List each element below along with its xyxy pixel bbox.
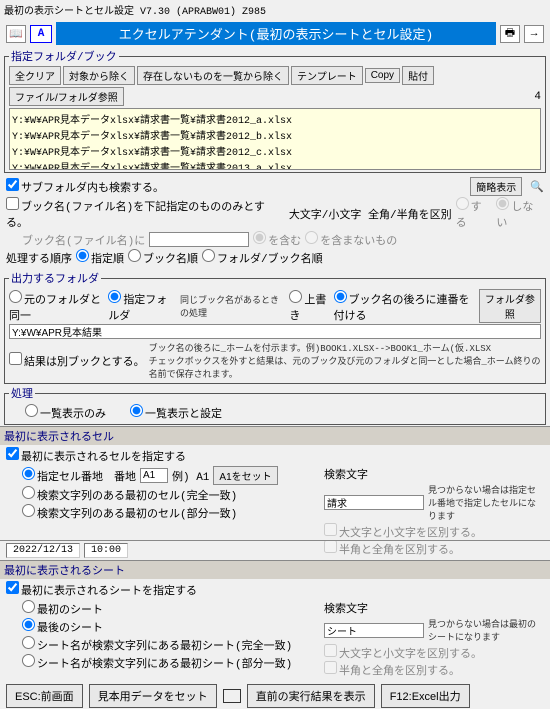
file-item[interactable]: Y:¥W¥APR見本データxlsx¥請求書一覧¥請求書2012_a.xlsx	[12, 111, 538, 127]
status-time: 10:00	[84, 543, 128, 558]
banner-title: エクセルアテンダント(最初の表示シートとセル設定)	[56, 22, 496, 45]
same-name-note: 同じブック名があるときの処理	[180, 293, 285, 319]
output-note-2: チェックボックスを外すと結果は、元のブック及び元のフォルダと同一とした場合_ホー…	[149, 354, 541, 380]
book-icon[interactable]: 📖	[6, 25, 26, 43]
sheet-search-full-radio[interactable]: シート名が検索文字列にある最初シート(完全一致)	[22, 636, 292, 653]
sheet-search-input[interactable]	[324, 623, 424, 638]
cell-search-input[interactable]	[324, 495, 424, 510]
view-only-radio[interactable]: 一覧表示のみ	[25, 404, 106, 421]
f12-excel-button[interactable]: F12:Excel出力	[381, 684, 470, 708]
first-sheet-specify-check[interactable]: 最初に表示されるシートを指定する	[6, 586, 197, 598]
sheet-search-part-radio[interactable]: シート名が検索文字列にある最初シート(部分一致)	[22, 654, 292, 671]
output-legend: 出力するフォルダ	[9, 270, 101, 286]
browse-file-button[interactable]: ファイル/フォルダ参照	[9, 87, 124, 106]
cell-addr-radio[interactable]: 指定セル番地 番地	[22, 467, 136, 484]
output-folder-group: 出力するフォルダ 元のフォルダと同一 指定フォルダ 同じブック名があるときの処理…	[4, 270, 546, 384]
append-seq-radio[interactable]: ブック名の後ろに連番を付ける	[334, 290, 475, 323]
simple-view-button[interactable]: 簡略表示	[470, 177, 522, 196]
file-item[interactable]: Y:¥W¥APR見本データxlsx¥請求書一覧¥請求書2012_c.xlsx	[12, 143, 538, 159]
print-icon[interactable]: 🖶	[500, 25, 520, 43]
app-logo: A	[30, 25, 52, 43]
first-cell-section: 最初に表示されるセル	[0, 426, 550, 445]
case-yes-radio[interactable]: する	[456, 197, 493, 230]
process-legend: 処理	[9, 385, 35, 401]
exclude-self-button[interactable]: 対象から除く	[63, 66, 135, 85]
process-group: 処理 一覧表示のみ 一覧表示と設定	[4, 385, 546, 425]
overwrite-radio[interactable]: 上書き	[289, 290, 329, 323]
sheet-search-note: 見つからない場合は最初のシートになります	[428, 617, 544, 643]
cell-addr-example: 例) A1	[172, 468, 209, 484]
order-book-radio[interactable]: ブック名順	[128, 249, 198, 266]
first-cell-specify-check[interactable]: 最初に表示されるセルを指定する	[6, 452, 186, 464]
bookname-input	[149, 232, 249, 247]
browse-folder-button[interactable]: フォルダ参照	[479, 289, 541, 323]
order-label: 処理する順序	[6, 250, 72, 266]
bookname-limit-check[interactable]: ブック名(ファイル名)を下記指定のもののみとする。	[6, 197, 285, 230]
case-no-radio[interactable]: しない	[496, 197, 544, 230]
sheet-search-label: 検索文字	[324, 600, 368, 616]
clear-all-button[interactable]: 全クリア	[9, 66, 61, 85]
folder-group: 指定フォルダ/ブック 全クリア 対象から除く 存在しないものを一覧から除く テン…	[4, 48, 546, 173]
output-note-1: ブック名の後ろに_ホームを付示ます。例)BOOK1.XLSX-->BOOK1_ホ…	[149, 341, 541, 354]
template-button[interactable]: テンプレート	[291, 66, 363, 85]
file-count: 4	[534, 91, 541, 103]
file-item[interactable]: Y:¥W¥APR見本データxlsx¥請求書一覧¥請求書2013_a.xlsx	[12, 159, 538, 170]
set-a1-button[interactable]: A1をセット	[213, 466, 277, 485]
diff-book-check[interactable]: 結果は別ブックとする。	[9, 352, 145, 369]
contains-radio: を含む	[253, 231, 301, 248]
order-folder-radio[interactable]: フォルダ/ブック名順	[202, 249, 323, 266]
same-folder-radio[interactable]: 元のフォルダと同一	[9, 290, 104, 323]
status-date: 2022/12/13	[6, 543, 80, 558]
last-result-button[interactable]: 直前の実行結果を表示	[247, 684, 375, 708]
view-set-radio[interactable]: 一覧表示と設定	[130, 404, 222, 421]
file-item[interactable]: Y:¥W¥APR見本データxlsx¥請求書一覧¥請求書2012_b.xlsx	[12, 127, 538, 143]
exclude-missing-button[interactable]: 存在しないものを一覧から除く	[137, 66, 289, 85]
cell-search-note: 見つからない場合は指定セル番地で指定したセルになります	[428, 483, 544, 522]
sample-data-button[interactable]: 見本用データをセット	[89, 684, 217, 708]
sheet-case-check[interactable]: 大文字と小文字を区別する。	[324, 649, 482, 661]
search-icon[interactable]: 🔍	[530, 180, 544, 194]
bookname-field-label: ブック名(ファイル名)に	[22, 232, 145, 248]
file-list[interactable]: Y:¥W¥APR見本データxlsx¥請求書一覧¥請求書2012_a.xlsx Y…	[9, 108, 541, 170]
paste-button[interactable]: 貼付	[402, 66, 434, 85]
sheet-width-check[interactable]: 半角と全角を区別する。	[324, 666, 460, 678]
last-sheet-radio[interactable]: 最後のシート	[22, 618, 103, 635]
search-part-radio[interactable]: 検索文字列のある最初のセル(部分一致)	[22, 504, 237, 521]
not-contains-radio: を含まないもの	[305, 231, 397, 248]
spec-folder-radio[interactable]: 指定フォルダ	[108, 290, 176, 323]
first-sheet-section: 最初に表示されるシート	[0, 560, 550, 579]
esc-button[interactable]: ESC:前画面	[6, 684, 83, 708]
folder-legend: 指定フォルダ/ブック	[9, 48, 119, 64]
copy-button[interactable]: Copy	[365, 68, 400, 83]
window-title: 最初の表示シートとセル設定 V7.30 (APRABW01) Z985	[0, 0, 550, 20]
exit-icon[interactable]: →	[524, 25, 544, 43]
printer-icon[interactable]	[223, 689, 241, 703]
output-path-input[interactable]	[9, 324, 541, 339]
subfolder-check[interactable]: サブフォルダ内も検索する。	[6, 178, 164, 195]
first-sheet-radio[interactable]: 最初のシート	[22, 600, 103, 617]
case-width-label: 大文字/小文字 全角/半角を区別	[289, 206, 452, 222]
order-spec-radio[interactable]: 指定順	[76, 249, 124, 266]
search-full-radio[interactable]: 検索文字列のある最初のセル(完全一致)	[22, 486, 237, 503]
cell-addr-input[interactable]	[140, 468, 168, 483]
search-text-label: 検索文字	[324, 466, 368, 482]
cell-case-check[interactable]: 大文字と小文字を区別する。	[324, 528, 482, 540]
